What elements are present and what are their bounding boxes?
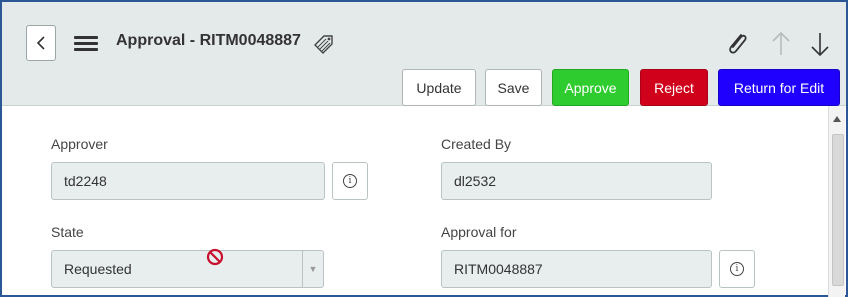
approval-for-info-button[interactable]: i [719, 250, 755, 288]
created-by-value: dl2532 [454, 173, 497, 189]
tag-icon[interactable] [311, 32, 337, 56]
chevron-down-icon: ▼ [302, 251, 323, 287]
approver-field[interactable]: td2248 [51, 162, 325, 200]
state-select[interactable]: Requested ▼ [51, 250, 324, 288]
info-icon: i [343, 174, 357, 188]
page-title: Approval - RITM0048887 [116, 32, 301, 49]
not-allowed-icon [206, 248, 224, 266]
approval-for-field[interactable]: RITM0048887 [441, 250, 712, 288]
scroll-up-icon[interactable] [833, 116, 841, 122]
arrow-down-icon[interactable] [809, 29, 831, 59]
chevron-left-icon [36, 36, 45, 50]
info-icon: i [730, 262, 744, 276]
approval-for-label: Approval for [441, 224, 517, 240]
arrow-up-icon[interactable] [770, 29, 792, 59]
return-for-edit-button[interactable]: Return for Edit [718, 69, 840, 106]
scroll-thumb[interactable] [832, 134, 844, 286]
save-button[interactable]: Save [485, 69, 542, 106]
update-button[interactable]: Update [402, 69, 476, 106]
paperclip-icon[interactable] [724, 29, 750, 59]
approver-info-button[interactable]: i [332, 162, 368, 200]
created-by-field[interactable]: dl2532 [441, 162, 712, 200]
reject-button[interactable]: Reject [640, 69, 708, 106]
approval-form-window: Approval - RITM0048887 Update Save Appro… [0, 0, 848, 297]
hamburger-menu-icon[interactable] [74, 36, 98, 51]
state-value: Requested [64, 261, 132, 277]
approver-value: td2248 [64, 173, 107, 189]
back-button[interactable] [26, 25, 56, 61]
approver-label: Approver [51, 136, 108, 152]
approval-for-value: RITM0048887 [454, 261, 543, 277]
state-label: State [51, 224, 84, 240]
created-by-label: Created By [441, 136, 512, 152]
vertical-scrollbar[interactable] [828, 106, 845, 297]
approve-button[interactable]: Approve [552, 69, 629, 106]
form-header: Approval - RITM0048887 Update Save Appro… [2, 2, 846, 106]
